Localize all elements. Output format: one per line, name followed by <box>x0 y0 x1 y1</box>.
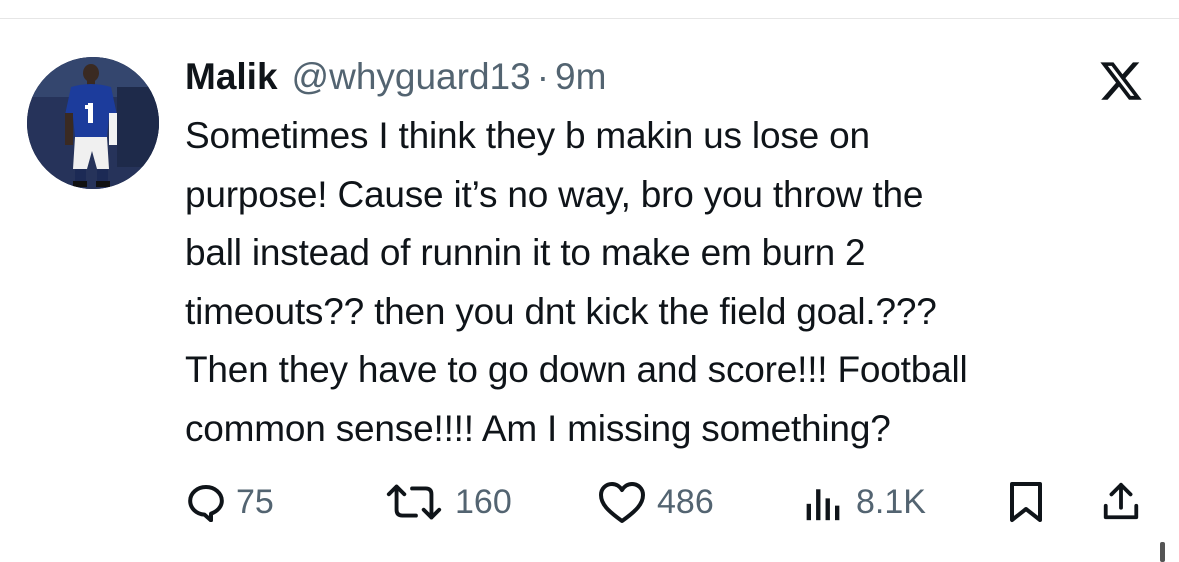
reply-button[interactable]: 75 <box>186 474 274 530</box>
bookmark-icon <box>1010 482 1042 522</box>
tweet-text: Sometimes I think they b makin us lose o… <box>185 115 968 449</box>
author-name[interactable]: Malik <box>185 56 278 98</box>
avatar[interactable] <box>27 57 159 189</box>
tweet-time[interactable]: 9m <box>555 56 606 98</box>
share-button[interactable] <box>1100 474 1142 530</box>
repost-icon <box>386 484 442 520</box>
scroll-indicator[interactable] <box>1160 542 1165 562</box>
like-button[interactable]: 486 <box>597 474 714 530</box>
views-chart-icon <box>806 489 840 521</box>
player-avatar-image <box>27 57 159 189</box>
tweet-header: Malik @whyguard13 · 9m <box>185 52 606 102</box>
reply-count: 75 <box>236 482 274 521</box>
like-count: 486 <box>657 482 714 521</box>
author-handle[interactable]: @whyguard13 <box>292 56 531 98</box>
x-logo-icon <box>1098 58 1144 104</box>
top-divider <box>0 18 1179 19</box>
reply-icon <box>188 485 224 522</box>
repost-count: 160 <box>455 482 512 521</box>
bookmark-button[interactable] <box>1006 474 1046 530</box>
share-icon <box>1103 482 1139 520</box>
separator-dot: · <box>536 56 550 97</box>
heart-icon <box>599 482 645 523</box>
views-count: 8.1K <box>856 482 926 521</box>
repost-button[interactable]: 160 <box>383 474 512 530</box>
views-button[interactable]: 8.1K <box>800 474 926 530</box>
tweet-actions: 75 160 486 8.1K <box>0 474 1179 530</box>
